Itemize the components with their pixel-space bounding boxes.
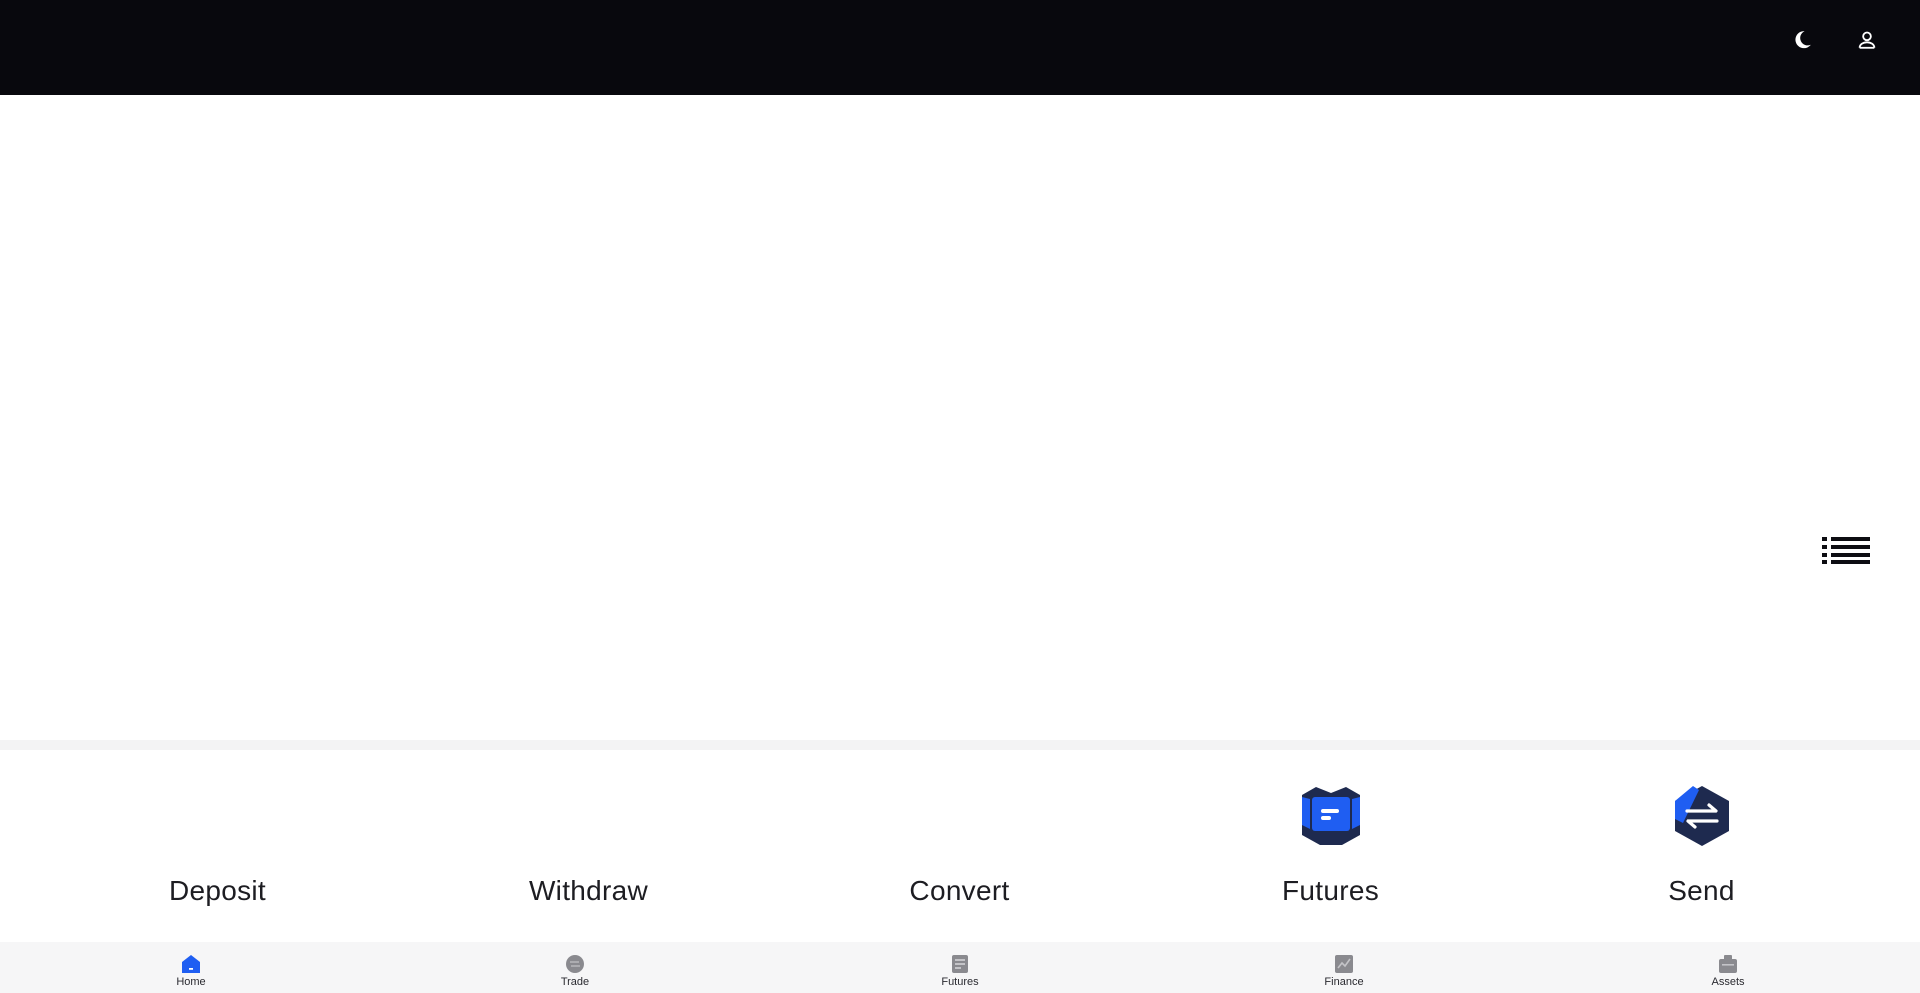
- assets-icon: [1719, 955, 1737, 973]
- quick-actions: Deposit Withdraw Convert Futures Send: [0, 750, 1920, 942]
- section-divider: [0, 740, 1920, 750]
- futures-icon: [952, 955, 968, 973]
- convert-label: Convert: [909, 875, 1010, 906]
- convert-action[interactable]: Convert: [774, 750, 1145, 942]
- nav-label-home: Home: [176, 976, 206, 988]
- user-icon: [1858, 31, 1876, 49]
- banner-area: [0, 95, 1920, 740]
- nav-label-finance: Finance: [1324, 976, 1364, 988]
- list-menu-button[interactable]: [1820, 534, 1872, 566]
- nav-label-futures: Futures: [941, 976, 979, 988]
- futures-icon: [1301, 787, 1360, 845]
- list-icon: [1822, 537, 1870, 564]
- nav-item-assets[interactable]: Assets: [1668, 942, 1788, 993]
- send-action[interactable]: Send: [1516, 750, 1887, 942]
- nav-item-home[interactable]: Home: [131, 942, 251, 993]
- send-icon: [1674, 786, 1729, 846]
- deposit-label: Deposit: [168, 875, 267, 906]
- nav-label-trade: Trade: [560, 976, 590, 988]
- withdraw-action[interactable]: Withdraw: [403, 750, 774, 942]
- nav-item-finance[interactable]: Finance: [1284, 942, 1404, 993]
- user-profile-button[interactable]: [1853, 26, 1881, 54]
- theme-toggle-button[interactable]: [1788, 26, 1816, 54]
- nav-label-assets: Assets: [1711, 976, 1745, 988]
- finance-icon: [1335, 955, 1353, 973]
- futures-action[interactable]: Futures: [1145, 750, 1516, 942]
- moon-icon: [1795, 31, 1811, 49]
- top-bar: [0, 0, 1920, 95]
- withdraw-label: Withdraw: [528, 875, 649, 906]
- trade-icon: [566, 955, 584, 973]
- bottom-navigation: Home Trade Futures Finance Assets: [0, 942, 1920, 993]
- nav-item-trade[interactable]: Trade: [515, 942, 635, 993]
- futures-label: Futures: [1281, 875, 1380, 906]
- nav-item-futures[interactable]: Futures: [900, 942, 1020, 993]
- home-icon: [182, 955, 200, 973]
- send-label: Send: [1668, 875, 1735, 906]
- deposit-action[interactable]: Deposit: [32, 750, 403, 942]
